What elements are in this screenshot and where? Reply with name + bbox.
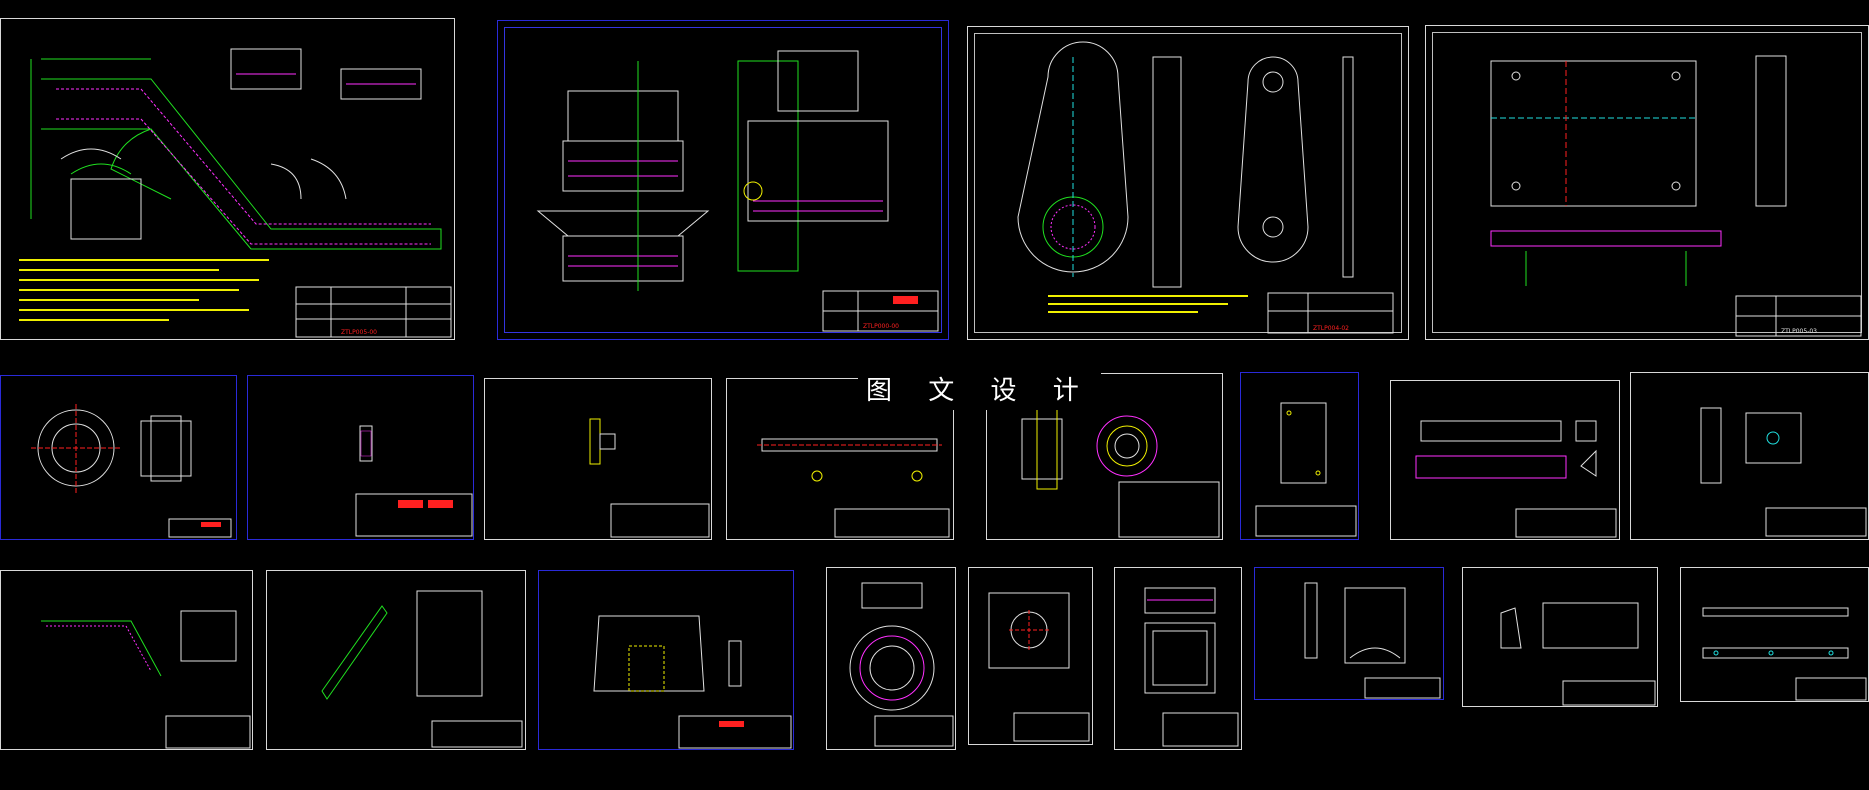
pin-part-drawing bbox=[355, 425, 473, 537]
drawing-sheet-10[interactable] bbox=[1240, 372, 1359, 540]
drawing-sheet-5[interactable] bbox=[0, 375, 237, 540]
square-plate-drawing bbox=[988, 592, 1090, 742]
svg-text:ZTLP004-02: ZTLP004-02 bbox=[1313, 325, 1349, 332]
rail-bar-drawing bbox=[1702, 607, 1867, 701]
bracket-bar-drawing bbox=[1415, 420, 1617, 538]
plate-part-drawing bbox=[1255, 402, 1357, 537]
svg-text:ZTLP005-03: ZTLP005-03 bbox=[1781, 328, 1817, 335]
drawing-sheet-16[interactable] bbox=[826, 567, 956, 750]
shaft-part-drawing bbox=[589, 418, 710, 538]
ring-flange-drawing bbox=[849, 582, 954, 747]
drawing-sheet-19[interactable] bbox=[1254, 567, 1444, 700]
watermark-text: 图 文 设 计 bbox=[858, 372, 1101, 410]
support-plate-drawing bbox=[1304, 582, 1441, 699]
drawing-sheet-7[interactable] bbox=[484, 378, 712, 540]
drawing-sheet-18[interactable] bbox=[1114, 567, 1242, 750]
bushing-part-drawing bbox=[31, 404, 232, 538]
drawing-sheet-15[interactable] bbox=[538, 570, 794, 750]
drawing-sheet-20[interactable] bbox=[1462, 567, 1658, 707]
drawing-sheet-21[interactable] bbox=[1680, 567, 1869, 702]
block-part-drawing bbox=[1700, 407, 1867, 537]
drawing-sheet-2[interactable]: ZTLP000-00 bbox=[497, 20, 949, 340]
drawing-sheet-12[interactable] bbox=[1630, 372, 1869, 540]
frame-plate-drawing: ZTLP005-03 bbox=[1490, 55, 1862, 337]
svg-text:ZTLP005-00: ZTLP005-00 bbox=[341, 329, 377, 336]
hopper-side-drawing bbox=[593, 615, 792, 749]
frame-part-drawing bbox=[1144, 587, 1239, 747]
hopper-assembly-drawing: ZTLP000-00 bbox=[536, 50, 939, 332]
wedge-plate-drawing bbox=[1500, 602, 1656, 706]
drawing-sheet-6[interactable] bbox=[247, 375, 474, 540]
conveyor-assembly-drawing: ZTLP005-00 bbox=[19, 48, 452, 338]
drawing-sheet-14[interactable] bbox=[266, 570, 526, 750]
bent-chute-drawing bbox=[41, 610, 251, 749]
drawing-sheet-4[interactable]: ZTLP005-03 bbox=[1425, 25, 1869, 340]
drawing-sheet-11[interactable] bbox=[1390, 380, 1620, 540]
drawing-sheet-3[interactable]: ZTLP004-02 bbox=[967, 26, 1409, 340]
svg-text:ZTLP000-00: ZTLP000-00 bbox=[863, 323, 899, 330]
drawing-sheet-17[interactable] bbox=[968, 567, 1093, 745]
inclined-plate-drawing bbox=[321, 590, 523, 748]
drawing-sheet-13[interactable] bbox=[0, 570, 253, 750]
crank-arm-drawing: ZTLP004-02 bbox=[1017, 41, 1394, 334]
drawing-sheet-1[interactable]: ZTLP005-00 bbox=[0, 18, 455, 340]
